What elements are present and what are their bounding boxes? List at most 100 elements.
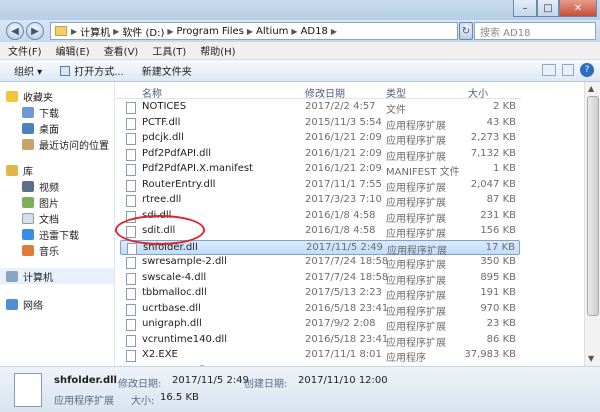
- menu-view[interactable]: 查看(V): [104, 43, 139, 58]
- table-row[interactable]: rtree.dll 2017/3/23 7:10 应用程序扩展 87 KB: [120, 193, 520, 209]
- breadcrumb-altium[interactable]: Altium: [256, 26, 288, 37]
- scroll-thumb[interactable]: [587, 96, 599, 316]
- library-icon: [6, 164, 18, 176]
- breadcrumb-drive[interactable]: 软件 (D:): [122, 24, 164, 39]
- file-icon: [126, 179, 136, 192]
- sidebar-item-music[interactable]: 音乐: [0, 242, 114, 258]
- breadcrumb-ad18[interactable]: AD18: [301, 26, 328, 37]
- table-row[interactable]: swresample-2.dll 2017/7/24 18:58 应用程序扩展 350…: [120, 255, 520, 271]
- computer-icon: [6, 270, 18, 282]
- preview-pane-icon[interactable]: [562, 64, 574, 76]
- file-icon: [126, 288, 136, 300]
- chevron-right-icon: ▶: [246, 26, 254, 36]
- help-icon[interactable]: ?: [580, 63, 594, 77]
- address-bar[interactable]: ▶ 计算机 ▶ 软件 (D:) ▶ Program Files ▶ Altium…: [50, 22, 458, 40]
- file-type: 应用程序扩展: [386, 182, 446, 194]
- minimize-button[interactable]: –: [513, 0, 537, 17]
- file-size: 2,047 KB: [470, 178, 516, 190]
- scroll-down-icon[interactable]: ▼: [588, 354, 594, 363]
- table-row[interactable]: PCTF.dll 2015/11/3 5:54 应用程序扩展 43 KB: [120, 116, 520, 132]
- file-size: 43 KB: [486, 116, 516, 128]
- search-input[interactable]: 搜索 AD18: [474, 22, 596, 40]
- sidebar-label: 桌面: [39, 124, 59, 136]
- scroll-up-icon[interactable]: ▲: [588, 84, 594, 93]
- file-icon: [126, 148, 136, 161]
- column-header: 名称 修改日期 类型 大小: [116, 82, 521, 100]
- file-name: ucrtbase.dll: [142, 302, 201, 314]
- file-name: swresample-2.dll: [142, 256, 227, 267]
- file-date: 2015/11/3 5:54: [305, 116, 382, 128]
- sidebar-label: 计算机: [23, 272, 53, 284]
- table-row[interactable]: X2.EXE 2017/11/1 8:01 应用程序 37,983 KB: [120, 348, 520, 364]
- file-size: 7,132 KB: [470, 147, 516, 159]
- file-type: 文件: [386, 105, 406, 116]
- sidebar-item-downloads[interactable]: 下载: [0, 104, 114, 120]
- file-icon: [126, 334, 136, 347]
- file-icon: [126, 350, 136, 362]
- table-row[interactable]: vcruntime140.dll 2016/5/18 23:41 应用程序扩展 86 …: [120, 333, 520, 349]
- file-date: 2017/11/1 7:55: [305, 178, 382, 190]
- menu-help[interactable]: 帮助(H): [200, 43, 235, 58]
- sidebar-item-videos[interactable]: 视频: [0, 178, 114, 194]
- table-row[interactable]: NOTICES 2017/2/2 4:57 文件 2 KB: [120, 100, 520, 116]
- back-button[interactable]: ◀: [6, 22, 24, 40]
- sidebar-label: 视频: [39, 182, 59, 194]
- sidebar-computer[interactable]: 计算机: [0, 268, 114, 284]
- file-size: 37,983 KB: [464, 349, 516, 360]
- forward-button[interactable]: ▶: [26, 22, 44, 40]
- star-icon: [6, 90, 18, 102]
- new-folder-button[interactable]: 新建文件夹: [142, 63, 192, 78]
- sidebar-network[interactable]: 网络: [0, 296, 114, 312]
- file-date: 2017/9/2 2:08: [305, 318, 376, 329]
- details-modified: 2017/11/5 2:49: [172, 375, 249, 386]
- table-row[interactable]: Pdf2PdfAPI.dll 2016/1/21 2:09 应用程序扩展 7,132 …: [120, 147, 520, 163]
- sidebar-favorites[interactable]: 收藏夹: [0, 88, 114, 104]
- menu-edit[interactable]: 编辑(E): [56, 43, 90, 58]
- breadcrumb-computer[interactable]: 计算机: [80, 24, 110, 39]
- sidebar-libraries[interactable]: 库: [0, 162, 114, 178]
- vertical-scrollbar[interactable]: ▲ ▼: [584, 82, 600, 366]
- file-icon: [126, 272, 136, 285]
- column-type[interactable]: 类型: [386, 85, 406, 100]
- details-size: 16.5 KB: [160, 392, 199, 403]
- file-date: 2016/1/21 2:09: [305, 132, 382, 143]
- file-icon: [126, 117, 136, 130]
- maximize-button[interactable]: □: [537, 0, 559, 17]
- view-options-icon[interactable]: [542, 64, 556, 76]
- file-date: 2016/1/8 4:58: [305, 225, 376, 236]
- close-button[interactable]: ✕: [559, 0, 597, 17]
- file-type: 应用程序扩展: [386, 151, 446, 163]
- sidebar-item-documents[interactable]: 文档: [0, 210, 114, 226]
- file-type: 应用程序扩展: [386, 198, 446, 209]
- sidebar-label: 下载: [39, 108, 59, 120]
- file-date: 2016/1/21 2:09: [305, 147, 382, 159]
- column-name[interactable]: 名称: [142, 85, 162, 100]
- highlight-circle: [115, 215, 205, 245]
- breadcrumb-program-files[interactable]: Program Files: [177, 26, 244, 37]
- table-row[interactable]: RouterEntry.dll 2017/11/1 7:55 应用程序扩展 2,047…: [120, 178, 520, 194]
- table-row[interactable]: unigraph.dll 2017/9/2 2:08 应用程序扩展 23 KB: [120, 317, 520, 333]
- menu-tools[interactable]: 工具(T): [152, 43, 186, 58]
- table-row[interactable]: pdcjk.dll 2016/1/21 2:09 应用程序扩展 2,273 KB: [120, 131, 520, 147]
- column-size[interactable]: 大小: [468, 85, 488, 100]
- table-row[interactable]: swscale-4.dll 2017/7/24 18:58 应用程序扩展 895 KB: [120, 271, 520, 287]
- file-icon: [126, 102, 136, 114]
- file-size: 350 KB: [480, 256, 516, 267]
- sidebar-item-pictures[interactable]: 图片: [0, 194, 114, 210]
- refresh-button[interactable]: ↻: [459, 22, 473, 40]
- file-type: 应用程序扩展: [386, 120, 446, 132]
- organize-button[interactable]: 组织 ▾: [14, 63, 42, 78]
- table-row[interactable]: Pdf2PdfAPI.X.manifest 2016/1/21 2:09 MANIF…: [120, 162, 520, 178]
- file-size: 895 KB: [480, 271, 516, 283]
- menu-file[interactable]: 文件(F): [8, 43, 42, 58]
- sidebar-item-recent[interactable]: 最近访问的位置: [0, 136, 114, 152]
- file-size: 191 KB: [480, 287, 516, 298]
- file-size: 156 KB: [480, 225, 516, 236]
- sidebar-item-thunder[interactable]: 迅雷下载: [0, 226, 114, 242]
- sidebar-label: 文档: [39, 214, 59, 226]
- open-with-button[interactable]: 打开方式...: [60, 63, 124, 78]
- column-date[interactable]: 修改日期: [305, 85, 345, 100]
- table-row[interactable]: tbbmalloc.dll 2017/5/13 2:23 应用程序扩展 191 KB: [120, 286, 520, 302]
- table-row[interactable]: ucrtbase.dll 2016/5/18 23:41 应用程序扩展 970 KB: [120, 302, 520, 318]
- sidebar-item-desktop[interactable]: 桌面: [0, 120, 114, 136]
